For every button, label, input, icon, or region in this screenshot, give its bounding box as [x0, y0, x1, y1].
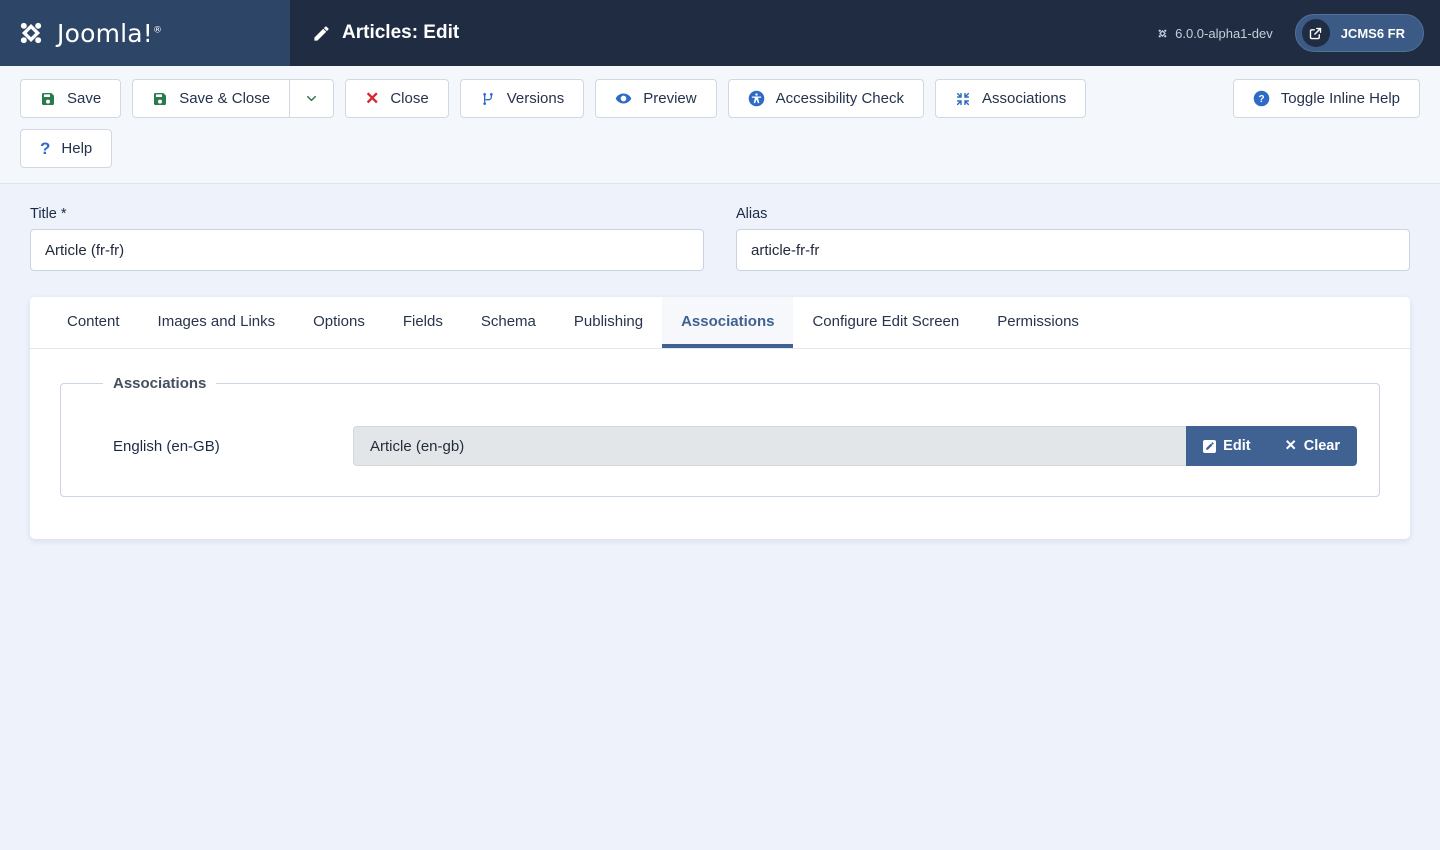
- edit-tabs-card: Content Images and Links Options Fields …: [30, 297, 1410, 539]
- association-language-label: English (en-GB): [113, 437, 220, 455]
- association-edit-label: Edit: [1223, 438, 1251, 454]
- save-and-close-button[interactable]: Save & Close: [132, 79, 291, 118]
- tab-schema[interactable]: Schema: [462, 297, 555, 348]
- external-link-icon: [1301, 19, 1330, 47]
- accessibility-check-button[interactable]: Accessibility Check: [727, 79, 924, 118]
- tab-publishing[interactable]: Publishing: [555, 297, 662, 348]
- associations-tab-panel: Associations English (en-GB) Article (en…: [30, 349, 1410, 539]
- associations-button-label: Associations: [981, 90, 1067, 107]
- joomla-logo-link[interactable]: Joomla!®: [14, 16, 162, 50]
- association-clear-button[interactable]: ✕ Clear: [1268, 426, 1357, 466]
- joomla-logo-icon: [14, 16, 48, 50]
- tab-configure-edit-screen[interactable]: Configure Edit Screen: [793, 297, 978, 348]
- accessibility-icon: [748, 90, 765, 107]
- toolbar-secondary-group: ? Help: [20, 129, 1420, 168]
- toggle-inline-help-button-label: Toggle Inline Help: [1280, 90, 1400, 107]
- version-info: 6.0.0-alpha1-dev: [1156, 26, 1273, 41]
- close-x-icon: ✕: [1284, 438, 1297, 454]
- brand-area: Joomla!®: [0, 0, 290, 66]
- arrows-in-icon: [955, 91, 971, 107]
- toggle-inline-help-button[interactable]: ? Toggle Inline Help: [1232, 79, 1420, 118]
- tab-bar: Content Images and Links Options Fields …: [30, 297, 1410, 349]
- close-button-label: Close: [390, 90, 429, 107]
- admin-header: Joomla!® Articles: Edit 6.0.0-alpha1-dev…: [0, 0, 1440, 66]
- chevron-down-icon: [304, 91, 319, 106]
- save-button-label: Save: [67, 90, 102, 107]
- user-label: JCMS6 FR: [1340, 25, 1405, 41]
- required-marker: *: [60, 206, 67, 222]
- site-preview-user-button[interactable]: JCMS6 FR: [1294, 14, 1424, 52]
- association-clear-label: Clear: [1303, 438, 1340, 454]
- svg-text:?: ?: [1258, 94, 1264, 105]
- title-label: Title *: [30, 206, 67, 222]
- title-alias-row: Title * Alias: [30, 206, 1410, 271]
- tab-permissions[interactable]: Permissions: [978, 297, 1098, 348]
- preview-button[interactable]: Preview: [595, 79, 717, 118]
- question-circle-icon: ?: [1253, 90, 1270, 107]
- pencil-square-icon: [1203, 439, 1217, 453]
- tab-fields[interactable]: Fields: [384, 297, 462, 348]
- code-branch-icon: [480, 91, 496, 107]
- close-x-icon: ✕: [365, 89, 380, 108]
- accessibility-check-button-label: Accessibility Check: [775, 90, 904, 107]
- alias-label: Alias: [736, 206, 768, 222]
- brand-wordmark: Joomla!®: [57, 18, 163, 48]
- associations-button[interactable]: Associations: [934, 79, 1087, 118]
- version-label: 6.0.0-alpha1-dev: [1175, 25, 1273, 41]
- save-and-close-button-label: Save & Close: [179, 90, 271, 107]
- header-right-area: 6.0.0-alpha1-dev JCMS6 FR: [1156, 0, 1440, 66]
- title-field-group: Title *: [30, 206, 704, 271]
- associations-fieldset: Associations English (en-GB) Article (en…: [60, 375, 1380, 497]
- pencil-icon: [312, 24, 331, 43]
- association-control-group: Article (en-gb) Edit ✕ Clear: [353, 426, 1357, 466]
- association-buttons: Edit ✕ Clear: [1186, 426, 1357, 466]
- help-button[interactable]: ? Help: [20, 129, 113, 168]
- versions-button[interactable]: Versions: [459, 79, 585, 118]
- registered-mark: ®: [153, 25, 163, 36]
- association-value-input[interactable]: Article (en-gb): [353, 426, 1187, 466]
- association-edit-button[interactable]: Edit: [1186, 426, 1267, 466]
- question-mark-icon: ?: [40, 139, 51, 158]
- title-input[interactable]: [30, 229, 704, 271]
- tab-options[interactable]: Options: [294, 297, 384, 348]
- associations-legend: Associations: [113, 375, 207, 392]
- tab-associations[interactable]: Associations: [662, 297, 794, 348]
- association-row: English (en-GB) Article (en-gb) Edit ✕ C…: [83, 426, 1357, 466]
- save-dropdown-toggle[interactable]: [289, 79, 335, 118]
- save-icon: [152, 91, 168, 107]
- tab-content[interactable]: Content: [48, 297, 139, 348]
- toolbar-primary-group: Save Save & Close ✕ Close Versions Previ…: [20, 79, 1222, 118]
- alias-input[interactable]: [736, 229, 1410, 271]
- editor-toolbar: Save Save & Close ✕ Close Versions Previ…: [0, 66, 1440, 184]
- save-and-close-group: Save & Close: [132, 79, 335, 118]
- save-button[interactable]: Save: [20, 79, 122, 118]
- preview-button-label: Preview: [643, 90, 697, 107]
- alias-field-group: Alias: [736, 206, 1410, 271]
- save-icon: [40, 91, 56, 107]
- close-button[interactable]: ✕ Close: [345, 79, 449, 118]
- page-title-area: Articles: Edit: [290, 0, 1156, 66]
- versions-button-label: Versions: [506, 90, 565, 107]
- joomla-mark-icon: [1156, 27, 1169, 40]
- help-button-label: Help: [61, 140, 93, 157]
- main-content: Title * Alias Content Images and Links O…: [0, 184, 1440, 539]
- page-title: Articles: Edit: [342, 22, 460, 43]
- eye-icon: [615, 90, 632, 107]
- tab-images-and-links[interactable]: Images and Links: [139, 297, 295, 348]
